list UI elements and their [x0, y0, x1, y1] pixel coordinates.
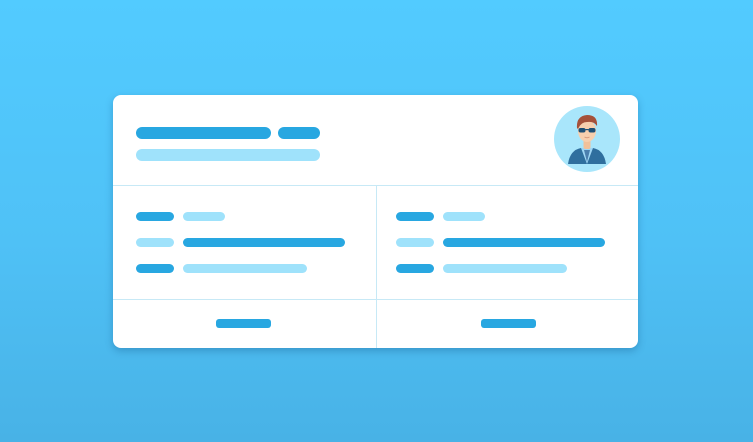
left-row-3-value	[183, 264, 307, 273]
left-row-2-value	[183, 238, 345, 247]
profile-name-placeholder	[136, 127, 271, 139]
left-row-1-value	[183, 212, 225, 221]
right-action-button[interactable]	[481, 319, 536, 328]
right-row-2-value	[443, 238, 605, 247]
left-row-2-label	[136, 238, 174, 247]
avatar-illustration	[568, 115, 606, 164]
right-row-2-label	[396, 238, 434, 247]
profile-card	[113, 95, 638, 348]
user-avatar-icon	[554, 106, 620, 172]
right-row-3-value	[443, 264, 567, 273]
profile-subtitle-placeholder	[136, 149, 320, 161]
footer-divider	[113, 299, 638, 300]
profile-tag-placeholder	[278, 127, 320, 139]
right-row-1-value	[443, 212, 485, 221]
left-action-button[interactable]	[216, 319, 271, 328]
right-row-3-label	[396, 264, 434, 273]
left-row-1-label	[136, 212, 174, 221]
right-row-1-label	[396, 212, 434, 221]
column-divider	[376, 186, 377, 348]
left-row-3-label	[136, 264, 174, 273]
